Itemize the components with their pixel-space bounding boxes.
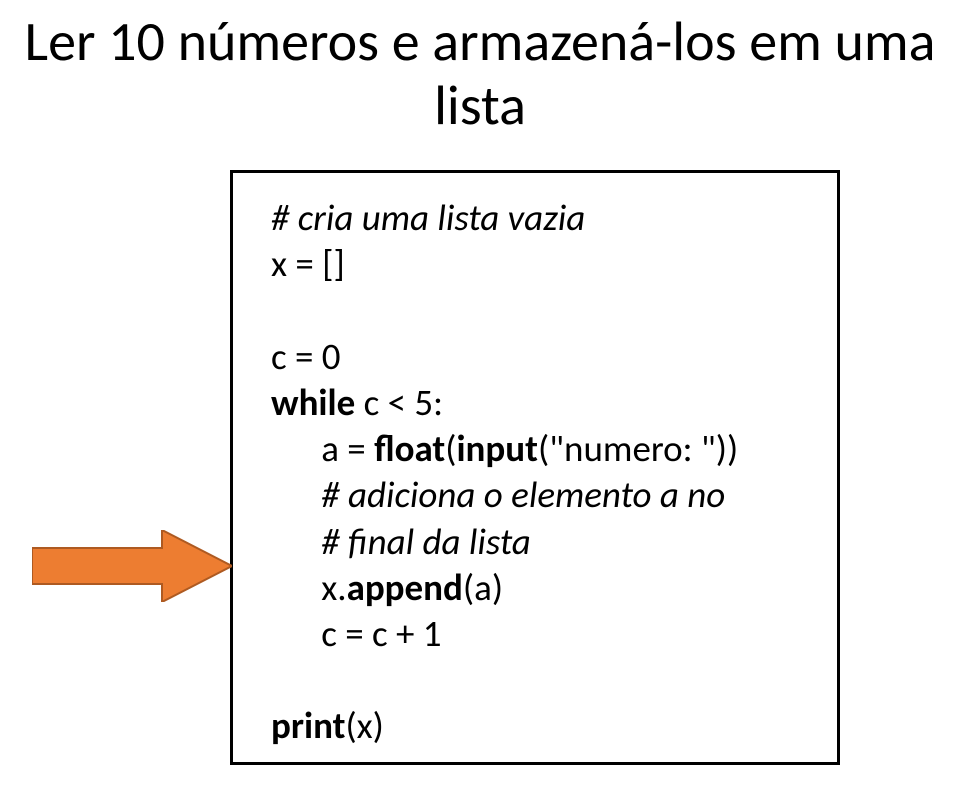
slide-title: Ler 10 números e armazená-los em uma lis… (0, 0, 960, 159)
print-keyword: print (271, 703, 345, 748)
input-prefix: a = (271, 426, 374, 471)
code-comment-1: # cria uma lista vazia (271, 195, 807, 241)
arrow-icon (32, 530, 232, 602)
print-suffix: (x) (345, 703, 383, 748)
code-line-increment: c = c + 1 (271, 611, 807, 657)
while-keyword: while (271, 380, 355, 425)
float-keyword: float (374, 426, 445, 471)
paren-open: ( (445, 426, 456, 471)
code-line-while: while c < 5: (271, 380, 807, 426)
code-line-print: print(x) (271, 703, 807, 749)
code-comment-3: # final da lista (271, 519, 807, 565)
while-cond: c < 5: (355, 380, 443, 425)
input-keyword: input (456, 426, 537, 471)
code-line-init-counter: c = 0 (271, 334, 807, 380)
append-suffix: (a) (463, 565, 503, 610)
code-comment-2: # adiciona o elemento a no (271, 472, 807, 518)
code-box: # cria uma lista vazia x = [] c = 0 whil… (230, 170, 840, 765)
input-arg: ("numero: ")) (538, 426, 738, 471)
code-line-input: a = float(input("numero: ")) (271, 426, 807, 472)
blank-line-2 (271, 657, 807, 703)
blank-line-1 (271, 288, 807, 334)
code-line-append: x.append(a) (271, 565, 807, 611)
append-keyword: append (347, 565, 463, 610)
append-prefix: x. (271, 565, 347, 610)
code-line-init-list: x = [] (271, 241, 807, 287)
